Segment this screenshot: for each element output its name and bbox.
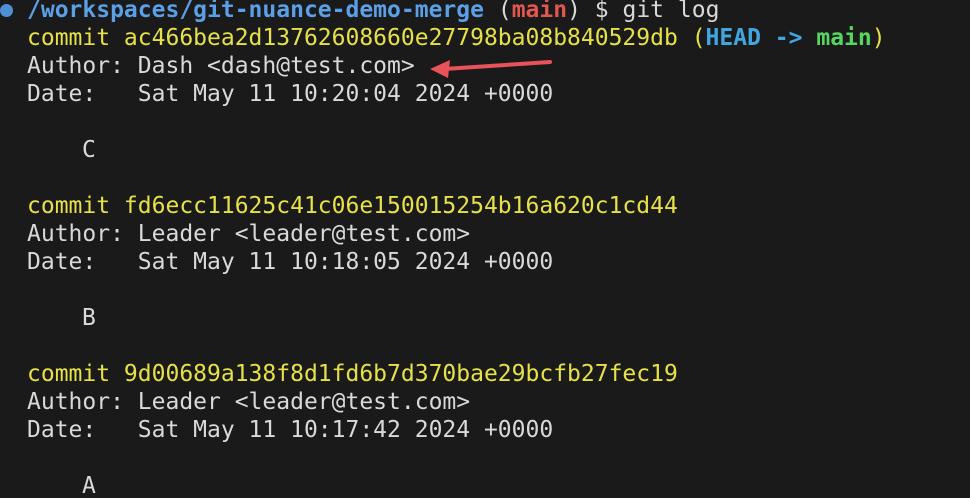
head-ref: HEAD <box>705 25 761 51</box>
author-line: Author: Dash <dash@test.com> <box>27 53 415 79</box>
ref-arrow: -> <box>774 25 803 51</box>
prompt-line: /workspaces/git-nuance-demo-merge (main)… <box>27 0 719 24</box>
commit-line: commit fd6ecc11625c41c06e150015254b16a62… <box>27 193 678 219</box>
prompt-status-dot-icon <box>0 4 13 17</box>
date-line: Date: Sat May 11 10:18:05 2024 +0000 <box>27 249 554 275</box>
date-line: Date: Sat May 11 10:17:42 2024 +0000 <box>27 417 554 443</box>
author-line: Author: Leader <leader@test.com> <box>27 389 471 415</box>
prompt-path: /workspaces/git-nuance-demo-merge <box>27 0 484 23</box>
commit-message: C <box>82 137 96 163</box>
prompt-branch: main <box>511 0 568 23</box>
ref-branch: main <box>816 25 872 51</box>
commit-message: B <box>82 305 96 331</box>
prompt-paren-open: ( <box>497 0 512 23</box>
commit-line: commit ac466bea2d13762608660e27798ba08b8… <box>27 24 886 52</box>
red-arrow-icon <box>430 60 552 78</box>
commit-message: A <box>82 473 96 498</box>
author-line: Author: Leader <leader@test.com> <box>27 221 471 247</box>
ref-paren-close: ) <box>871 25 886 51</box>
ref-paren-open: ( <box>691 25 706 51</box>
date-line: Date: Sat May 11 10:20:04 2024 +0000 <box>27 81 554 107</box>
commit-line: commit 9d00689a138f8d1fd6b7d370bae29bcfb… <box>27 361 678 387</box>
prompt-command: $ git log <box>594 0 720 23</box>
commit-hash: commit ac466bea2d13762608660e27798ba08b8… <box>27 25 678 51</box>
prompt-paren-close: ) <box>567 0 581 23</box>
terminal-window[interactable]: /workspaces/git-nuance-demo-merge (main)… <box>0 0 970 498</box>
